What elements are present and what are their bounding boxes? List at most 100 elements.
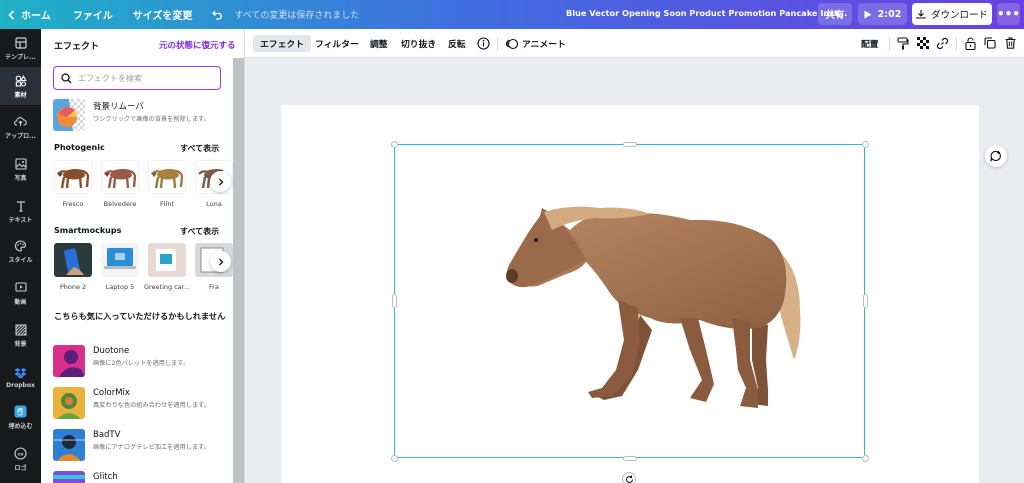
effect-desc: 画像にアナログテレビ加工を適用します。 [93,444,210,451]
rotate-icon [625,474,633,483]
text-icon [14,199,28,213]
selection-box[interactable] [394,144,865,458]
elements-icon [14,74,28,88]
add-comment-button[interactable] [985,145,1007,167]
download-button[interactable]: ダウンロード [912,3,992,25]
download-icon [916,10,926,19]
effect-badtv[interactable]: BadTV 画像にアナログテレビ加工を適用します。 [53,429,233,463]
lock-icon [964,36,976,50]
more-button[interactable]: ••• [997,3,1020,25]
mockup-phone-2[interactable]: Phone 2 [54,243,92,301]
effect-duotone[interactable]: Duotone 画像に2色パレットを適用します。 [53,345,233,379]
effect-fresco[interactable]: Fresco [54,160,92,218]
resize-handle-bottom[interactable] [623,456,637,461]
share-button[interactable]: 共有 [818,3,852,25]
rail-item-uploads[interactable]: アップロ... [0,108,41,146]
animate-icon [505,38,518,49]
effect-belvedere[interactable]: Belvedere [101,160,139,218]
mockup-greeting-card[interactable]: Greeting car... [144,243,190,301]
mockup-label: Laptop 5 [105,283,135,291]
effects-search[interactable] [53,66,221,90]
rotate-handle[interactable] [622,472,636,483]
search-icon [61,72,72,83]
mockup-laptop-5[interactable]: Laptop 5 [101,243,139,301]
bg-remover-desc: ワンクリックで画像の背景を削除します。 [93,116,210,123]
mockup-thumbnail [101,243,139,277]
resize-menu[interactable]: サイズを変更 [133,7,193,22]
play-icon [864,10,872,18]
effect-colormix[interactable]: ColorMix 風変わりな色の組み合わせを適用します。 [53,387,233,421]
top-bar: ホーム ファイル サイズを変更 すべての変更は保存されました Blue Vect… [0,0,1024,29]
copy-style-button[interactable] [896,36,910,50]
reset-link[interactable]: 元の状態に復元する [159,39,236,51]
rail-item-embed[interactable]: 埋め込む [0,398,41,436]
duration-label: 2:02 [877,8,902,20]
rail-label: テキスト [8,216,33,224]
lock-button[interactable] [963,36,977,50]
resize-handle-top-right[interactable] [862,141,869,148]
file-menu[interactable]: ファイル [73,7,113,22]
tool-flip[interactable]: 反転 [448,35,466,52]
photo-icon [14,157,28,171]
document-title[interactable]: Blue Vector Opening Soon Product Promoti… [566,8,847,18]
mockup-label: Greeting car... [143,283,191,291]
chevron-right-icon [218,178,223,185]
smartmockups-see-all[interactable]: すべて表示 [180,226,219,237]
rail-item-backgrounds[interactable]: 背景 [0,316,41,354]
resize-handle-top-left[interactable] [391,141,398,148]
info-icon [476,36,490,50]
effect-thumbnail [101,160,139,194]
rail-item-photos[interactable]: 写真 [0,150,41,188]
resize-handle-right[interactable] [863,294,868,308]
rail-item-text[interactable]: テキスト [0,192,41,230]
present-button[interactable]: 2:02 [858,3,907,25]
photogenic-next-button[interactable] [210,171,231,192]
panel-scrollbar[interactable] [233,58,244,483]
context-toolbar: エフェクト フィルター 調整 切り抜き 反転 アニメート 配置 [245,29,1024,58]
effect-glitch[interactable]: Glitch [53,471,233,483]
photogenic-see-all[interactable]: すべて表示 [180,143,219,154]
effect-flint[interactable]: Flint [148,160,186,218]
effect-label: Fresco [62,200,84,208]
tool-position[interactable]: 配置 [861,35,879,52]
bg-remover-item[interactable]: 背景リムーバ ワンクリックで画像の背景を削除します。 [53,99,233,133]
search-input[interactable] [78,73,208,83]
tool-crop[interactable]: 切り抜き [401,35,436,52]
rail-item-videos[interactable]: 動画 [0,274,41,312]
rail-item-dropbox[interactable]: Dropbox [0,358,41,396]
link-button[interactable] [935,36,949,50]
rail-item-logos[interactable]: co ロゴ [0,440,41,478]
smartmockups-next-button[interactable] [210,251,231,272]
effect-label: Flint [159,200,175,208]
svg-text:co: co [18,452,24,457]
effect-desc: 画像に2色パレットを適用します。 [93,360,190,367]
recommend-heading: こちらも気に入っていただけるかもしれません [54,311,226,321]
delete-button[interactable] [1003,36,1017,50]
undo-button[interactable] [210,7,226,23]
bg-remover-thumbnail [53,99,85,131]
rail-item-templates[interactable]: テンプレ... [0,29,41,67]
tool-adjust[interactable]: 調整 [370,35,388,52]
upload-icon [14,115,28,129]
effect-title: BadTV [93,430,121,440]
transparency-button[interactable] [916,36,930,50]
rail-label: アップロ... [5,132,36,140]
tool-filter[interactable]: フィルター [315,35,359,52]
resize-handle-top[interactable] [623,142,637,147]
tool-animate[interactable]: アニメート [522,35,566,52]
home-button[interactable]: ホーム [8,7,51,22]
resize-handle-bottom-left[interactable] [391,455,398,462]
effect-title: Glitch [93,472,118,482]
rail-item-styles[interactable]: スタイル [0,232,41,270]
resize-handle-bottom-right[interactable] [862,455,869,462]
photogenic-heading: Photogenic [54,143,105,152]
tool-effects[interactable]: エフェクト [253,35,311,52]
effect-label: Belvedere [103,200,137,208]
home-label: ホーム [21,11,51,22]
info-button[interactable] [476,36,490,50]
rail-item-elements[interactable]: 素材 [0,67,41,105]
effect-thumbnail [148,160,186,194]
resize-handle-left[interactable] [392,294,397,308]
toolbar-divider [497,37,498,51]
duplicate-button[interactable] [983,36,997,50]
